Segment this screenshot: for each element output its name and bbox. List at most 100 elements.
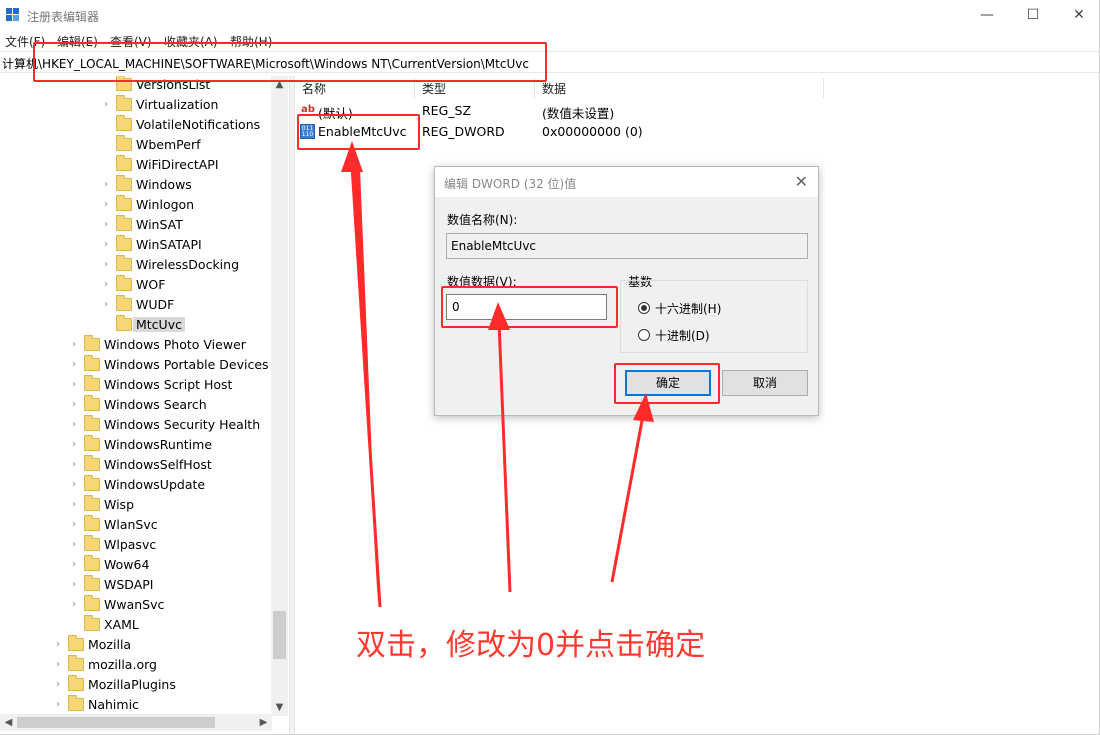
tree-item-label: WindowsSelfHost [104,457,212,472]
folder-icon [116,215,132,231]
radio-hex[interactable] [638,302,650,314]
maximize-button[interactable]: ☐ [1010,0,1056,30]
tree-item-label: mozilla.org [88,657,157,672]
address-highlight-box [33,42,547,82]
column-type[interactable]: 类型 [422,80,446,97]
chevron-right-icon[interactable]: › [72,419,82,430]
chevron-right-icon[interactable]: › [72,439,82,450]
tree-item-label: VolatileNotifications [136,117,261,132]
value-data: (数值未设置) [542,106,615,121]
tree-item-label: WOF [136,277,166,292]
folder-icon [116,195,132,211]
folder-icon [84,575,100,591]
tree-item-label: WbemPerf [136,137,201,152]
chevron-right-icon[interactable]: › [72,339,82,350]
chevron-right-icon[interactable]: › [72,559,82,570]
scroll-left-icon[interactable]: ◀ [0,714,17,731]
column-name[interactable]: 名称 [302,80,326,97]
chevron-right-icon[interactable]: › [72,579,82,590]
tree-item-label: Winlogon [136,197,195,212]
close-button[interactable]: ✕ [1056,0,1100,30]
chevron-right-icon[interactable]: › [72,479,82,490]
tree-item-label: WinSATAPI [136,237,202,252]
chevron-right-icon[interactable]: › [72,459,82,470]
tree-item-label: WinSAT [136,217,183,232]
chevron-right-icon[interactable]: › [72,359,82,370]
radio-dec-label[interactable]: 十进制(D) [655,327,710,344]
folder-icon [84,475,100,491]
scroll-down-icon[interactable]: ▼ [271,699,288,716]
chevron-right-icon[interactable]: › [56,659,66,670]
tree-item-label: XAML [104,617,139,632]
chevron-right-icon[interactable]: › [72,499,82,510]
scrollbar-thumb[interactable] [273,611,286,659]
tree-item-label: Wisp [104,497,135,512]
chevron-right-icon[interactable]: › [104,219,114,230]
chevron-right-icon[interactable]: › [104,99,114,110]
chevron-right-icon[interactable]: › [56,699,66,710]
registry-tree[interactable]: VersionsList › Virtualization VolatileNotif… [0,76,289,716]
scrollbar-thumb[interactable] [17,717,215,728]
minimize-button[interactable]: — [964,0,1010,30]
chevron-right-icon[interactable]: › [104,279,114,290]
tree-item-label: WwanSvc [104,597,165,612]
chevron-right-icon[interactable]: › [72,399,82,410]
chevron-right-icon[interactable]: › [72,379,82,390]
folder-icon [68,675,84,691]
chevron-right-icon[interactable]: › [72,539,82,550]
folder-icon [68,655,84,671]
tree-item-label: WlanSvc [104,517,158,532]
folder-icon [84,495,100,511]
radio-hex-label[interactable]: 十六进制(H) [655,300,721,317]
instruction-annotation: 双击，修改为0并点击确定 [356,628,706,663]
radio-dec[interactable] [638,329,650,341]
value-type: REG_DWORD [422,124,505,139]
value-data: 0x00000000 (0) [542,124,643,139]
chevron-right-icon[interactable]: › [104,199,114,210]
arrow-to-ok-button [610,409,646,583]
arrow-to-value [345,150,378,606]
value-highlight-box [297,114,420,150]
chevron-right-icon[interactable]: › [72,519,82,530]
chevron-right-icon[interactable]: › [104,239,114,250]
column-data[interactable]: 数据 [542,80,566,97]
tree-item-label: WindowsUpdate [104,477,206,492]
chevron-right-icon[interactable]: › [104,259,114,270]
tree-item-label: Windows Security Health [104,417,261,432]
folder-icon [84,435,100,451]
folder-icon [84,595,100,611]
folder-icon [84,395,100,411]
folder-icon [116,155,132,171]
tree-item-label: Windows Script Host [104,377,233,392]
folder-icon [116,175,132,191]
dialog-close-icon[interactable]: ✕ [795,172,808,191]
pane-splitter[interactable] [289,76,295,735]
folder-icon [84,355,100,371]
chevron-right-icon[interactable]: › [104,179,114,190]
tree-item-label: Windows Photo Viewer [104,337,246,352]
folder-icon [84,535,100,551]
chevron-right-icon[interactable]: › [56,679,66,690]
folder-icon [116,275,132,291]
cancel-button[interactable]: 取消 [722,370,808,396]
tree-item-label: Wow64 [104,557,150,572]
dialog-titlebar: 编辑 DWORD (32 位)值 ✕ [435,167,818,197]
folder-icon [116,115,132,131]
dialog-title: 编辑 DWORD (32 位)值 [444,177,577,191]
folder-icon [116,255,132,271]
tree-item-label: MozillaPlugins [88,677,176,692]
chevron-right-icon[interactable]: › [104,299,114,310]
window-titlebar: 注册表编辑器 — ☐ ✕ [0,0,1100,30]
tree-item-label: WiFiDirectAPI [136,157,219,172]
folder-icon [84,335,100,351]
folder-icon [84,615,100,631]
chevron-right-icon[interactable]: › [56,639,66,650]
tree-item-label: WSDAPI [104,577,154,592]
folder-icon [116,235,132,251]
tree-item-label: WUDF [136,297,175,312]
scroll-right-icon[interactable]: ▶ [255,714,272,731]
chevron-right-icon[interactable]: › [72,599,82,610]
regedit-app-icon [6,8,20,22]
tree-vertical-scrollbar[interactable]: ▲ ▼ [271,76,288,716]
tree-horizontal-scrollbar[interactable]: ◀ ▶ [0,714,272,731]
